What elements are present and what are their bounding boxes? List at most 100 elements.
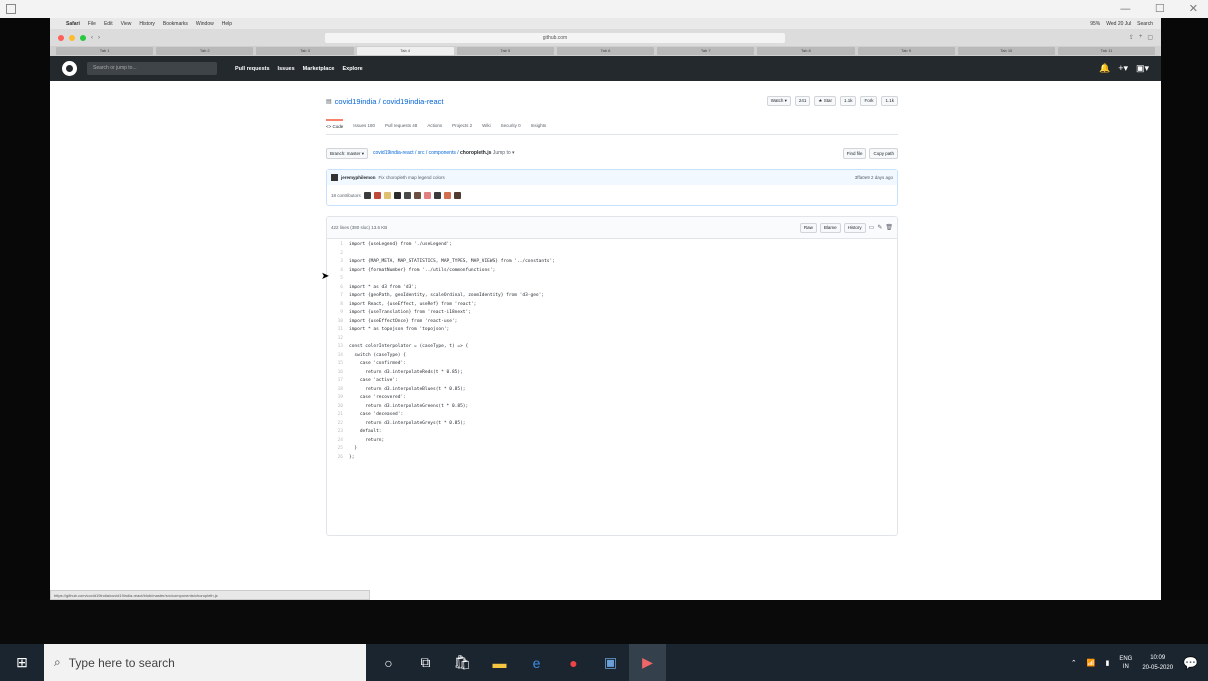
star-button[interactable]: ★ Star <box>814 96 836 106</box>
language-indicator[interactable]: ENG IN <box>1119 655 1132 671</box>
zoom-dot-icon[interactable] <box>80 34 86 41</box>
line-number[interactable]: 6 <box>327 284 349 293</box>
line-number[interactable]: 21 <box>327 411 349 420</box>
browser-tab[interactable]: Tab 3 <box>256 47 354 55</box>
breadcrumb-path[interactable]: covid19india-react / src / components / <box>373 150 459 156</box>
github-search-input[interactable]: Search or jump to... <box>87 62 217 75</box>
menu-help[interactable]: Help <box>222 21 232 27</box>
avatar[interactable] <box>433 191 441 199</box>
line-number[interactable]: 12 <box>327 335 349 344</box>
avatar[interactable] <box>423 191 431 199</box>
line-number[interactable]: 18 <box>327 386 349 395</box>
line-number[interactable]: 8 <box>327 301 349 310</box>
commit-hash[interactable]: 3ffa0e9 2 days ago <box>855 175 893 180</box>
line-number[interactable]: 1 <box>327 241 349 250</box>
line-number[interactable]: 7 <box>327 292 349 301</box>
tabs-icon[interactable]: ▢ <box>1147 34 1153 41</box>
browser-tab[interactable]: Tab 5 <box>456 47 554 55</box>
blame-button[interactable]: Blame <box>819 222 841 233</box>
find-file-button[interactable]: Find file <box>842 147 867 159</box>
create-new-icon[interactable]: +▾ <box>1118 63 1128 74</box>
line-number[interactable]: 11 <box>327 326 349 335</box>
desktop-icon[interactable]: ▭ <box>869 224 875 231</box>
menu-edit[interactable]: Edit <box>104 21 113 27</box>
fork-count[interactable]: 1.1k <box>881 96 898 106</box>
browser-tab[interactable]: Tab 9 <box>857 47 955 55</box>
nav-explore[interactable]: Explore <box>342 66 362 72</box>
watch-count[interactable]: 241 <box>794 96 811 106</box>
line-number[interactable]: 20 <box>327 403 349 412</box>
github-logo-icon[interactable] <box>62 61 77 76</box>
menu-safari[interactable]: Safari <box>66 21 80 27</box>
line-number[interactable]: 23 <box>327 428 349 437</box>
line-number[interactable]: 5 <box>327 275 349 284</box>
history-button[interactable]: History <box>843 222 866 233</box>
jump-to-menu[interactable]: Jump to ▾ <box>493 150 515 156</box>
browser-tab[interactable]: Tab 1 <box>56 47 154 55</box>
avatar[interactable] <box>413 191 421 199</box>
new-tab-icon[interactable]: + <box>1139 34 1143 41</box>
app-icon[interactable]: ▣ <box>592 644 629 681</box>
line-number[interactable]: 2 <box>327 250 349 259</box>
menu-bookmarks[interactable]: Bookmarks <box>163 21 188 27</box>
avatar[interactable] <box>393 191 401 199</box>
avatar[interactable] <box>331 174 338 181</box>
browser-tab[interactable]: Tab 8 <box>757 47 855 55</box>
browser-tab[interactable]: Tab 2 <box>156 47 254 55</box>
line-number[interactable]: 26 <box>327 454 349 463</box>
cortana-icon[interactable]: ○ <box>370 644 407 681</box>
repo-title[interactable]: covid19india / covid19india-react <box>335 97 444 106</box>
avatar[interactable] <box>453 191 461 199</box>
network-icon[interactable]: 📶 <box>1087 659 1096 667</box>
line-number[interactable]: 10 <box>327 318 349 327</box>
tab-projects[interactable]: Projects 2 <box>452 123 472 128</box>
close-dot-icon[interactable] <box>58 34 64 41</box>
menu-history[interactable]: History <box>139 21 155 27</box>
branch-selector[interactable]: Branch: master ▾ <box>326 147 369 159</box>
copy-path-button[interactable]: Copy path <box>869 147 898 159</box>
store-icon[interactable]: 🛍 <box>444 644 481 681</box>
line-number[interactable]: 13 <box>327 343 349 352</box>
minimize-button[interactable]: — <box>1120 2 1131 15</box>
commit-message[interactable]: Fix choropleth map legend colors <box>379 175 445 180</box>
line-number[interactable]: 15 <box>327 360 349 369</box>
browser-tab[interactable]: Tab 10 <box>957 47 1055 55</box>
spotlight-icon[interactable]: Search <box>1137 21 1153 27</box>
chevron-up-icon[interactable]: ⌃ <box>1071 659 1077 667</box>
line-number[interactable]: 9 <box>327 309 349 318</box>
line-number[interactable]: 17 <box>327 377 349 386</box>
browser-tab[interactable]: Tab 11 <box>1057 47 1156 55</box>
contributors-label[interactable]: 18 contributors <box>331 193 361 198</box>
notifications-icon[interactable]: 🔔 <box>1099 63 1110 74</box>
share-icon[interactable]: ⇪ <box>1129 34 1134 41</box>
taskbar-search[interactable]: ⌕ Type here to search <box>44 644 366 681</box>
commit-author[interactable]: jeremyphilemon <box>341 175 376 180</box>
minimize-dot-icon[interactable] <box>69 34 75 41</box>
tab-issues[interactable]: Issues 180 <box>353 123 375 128</box>
close-button[interactable]: ✕ <box>1189 2 1198 15</box>
avatar[interactable] <box>383 191 391 199</box>
user-menu-icon[interactable]: ▣▾ <box>1136 63 1149 74</box>
watch-button[interactable]: Watch ▾ <box>766 96 791 106</box>
fork-button[interactable]: Fork <box>860 96 878 106</box>
address-bar[interactable]: github.com <box>325 32 785 43</box>
taskbar-search-input[interactable]: Type here to search <box>69 656 175 670</box>
avatar[interactable] <box>403 191 411 199</box>
delete-icon[interactable]: 🗑 <box>885 224 893 231</box>
nav-marketplace[interactable]: Marketplace <box>303 66 335 72</box>
tab-wiki[interactable]: Wiki <box>482 123 491 128</box>
back-icon[interactable]: ‹ <box>91 35 93 41</box>
tab-security[interactable]: Security 0 <box>501 123 521 128</box>
browser-tab[interactable]: Tab 7 <box>657 47 755 55</box>
line-number[interactable]: 16 <box>327 369 349 378</box>
windows-start-icon[interactable]: ⊞ <box>0 644 44 681</box>
battery-icon[interactable]: ▮ <box>1105 659 1109 667</box>
nav-issues[interactable]: Issues <box>278 66 295 72</box>
line-number[interactable]: 24 <box>327 437 349 446</box>
edit-icon[interactable]: ✎ <box>877 224 882 231</box>
tab-code[interactable]: <> Code <box>326 119 344 129</box>
menu-window[interactable]: Window <box>196 21 214 27</box>
forward-icon[interactable]: › <box>98 35 100 41</box>
chrome-icon[interactable]: ● <box>555 644 592 681</box>
raw-button[interactable]: Raw <box>799 222 817 233</box>
